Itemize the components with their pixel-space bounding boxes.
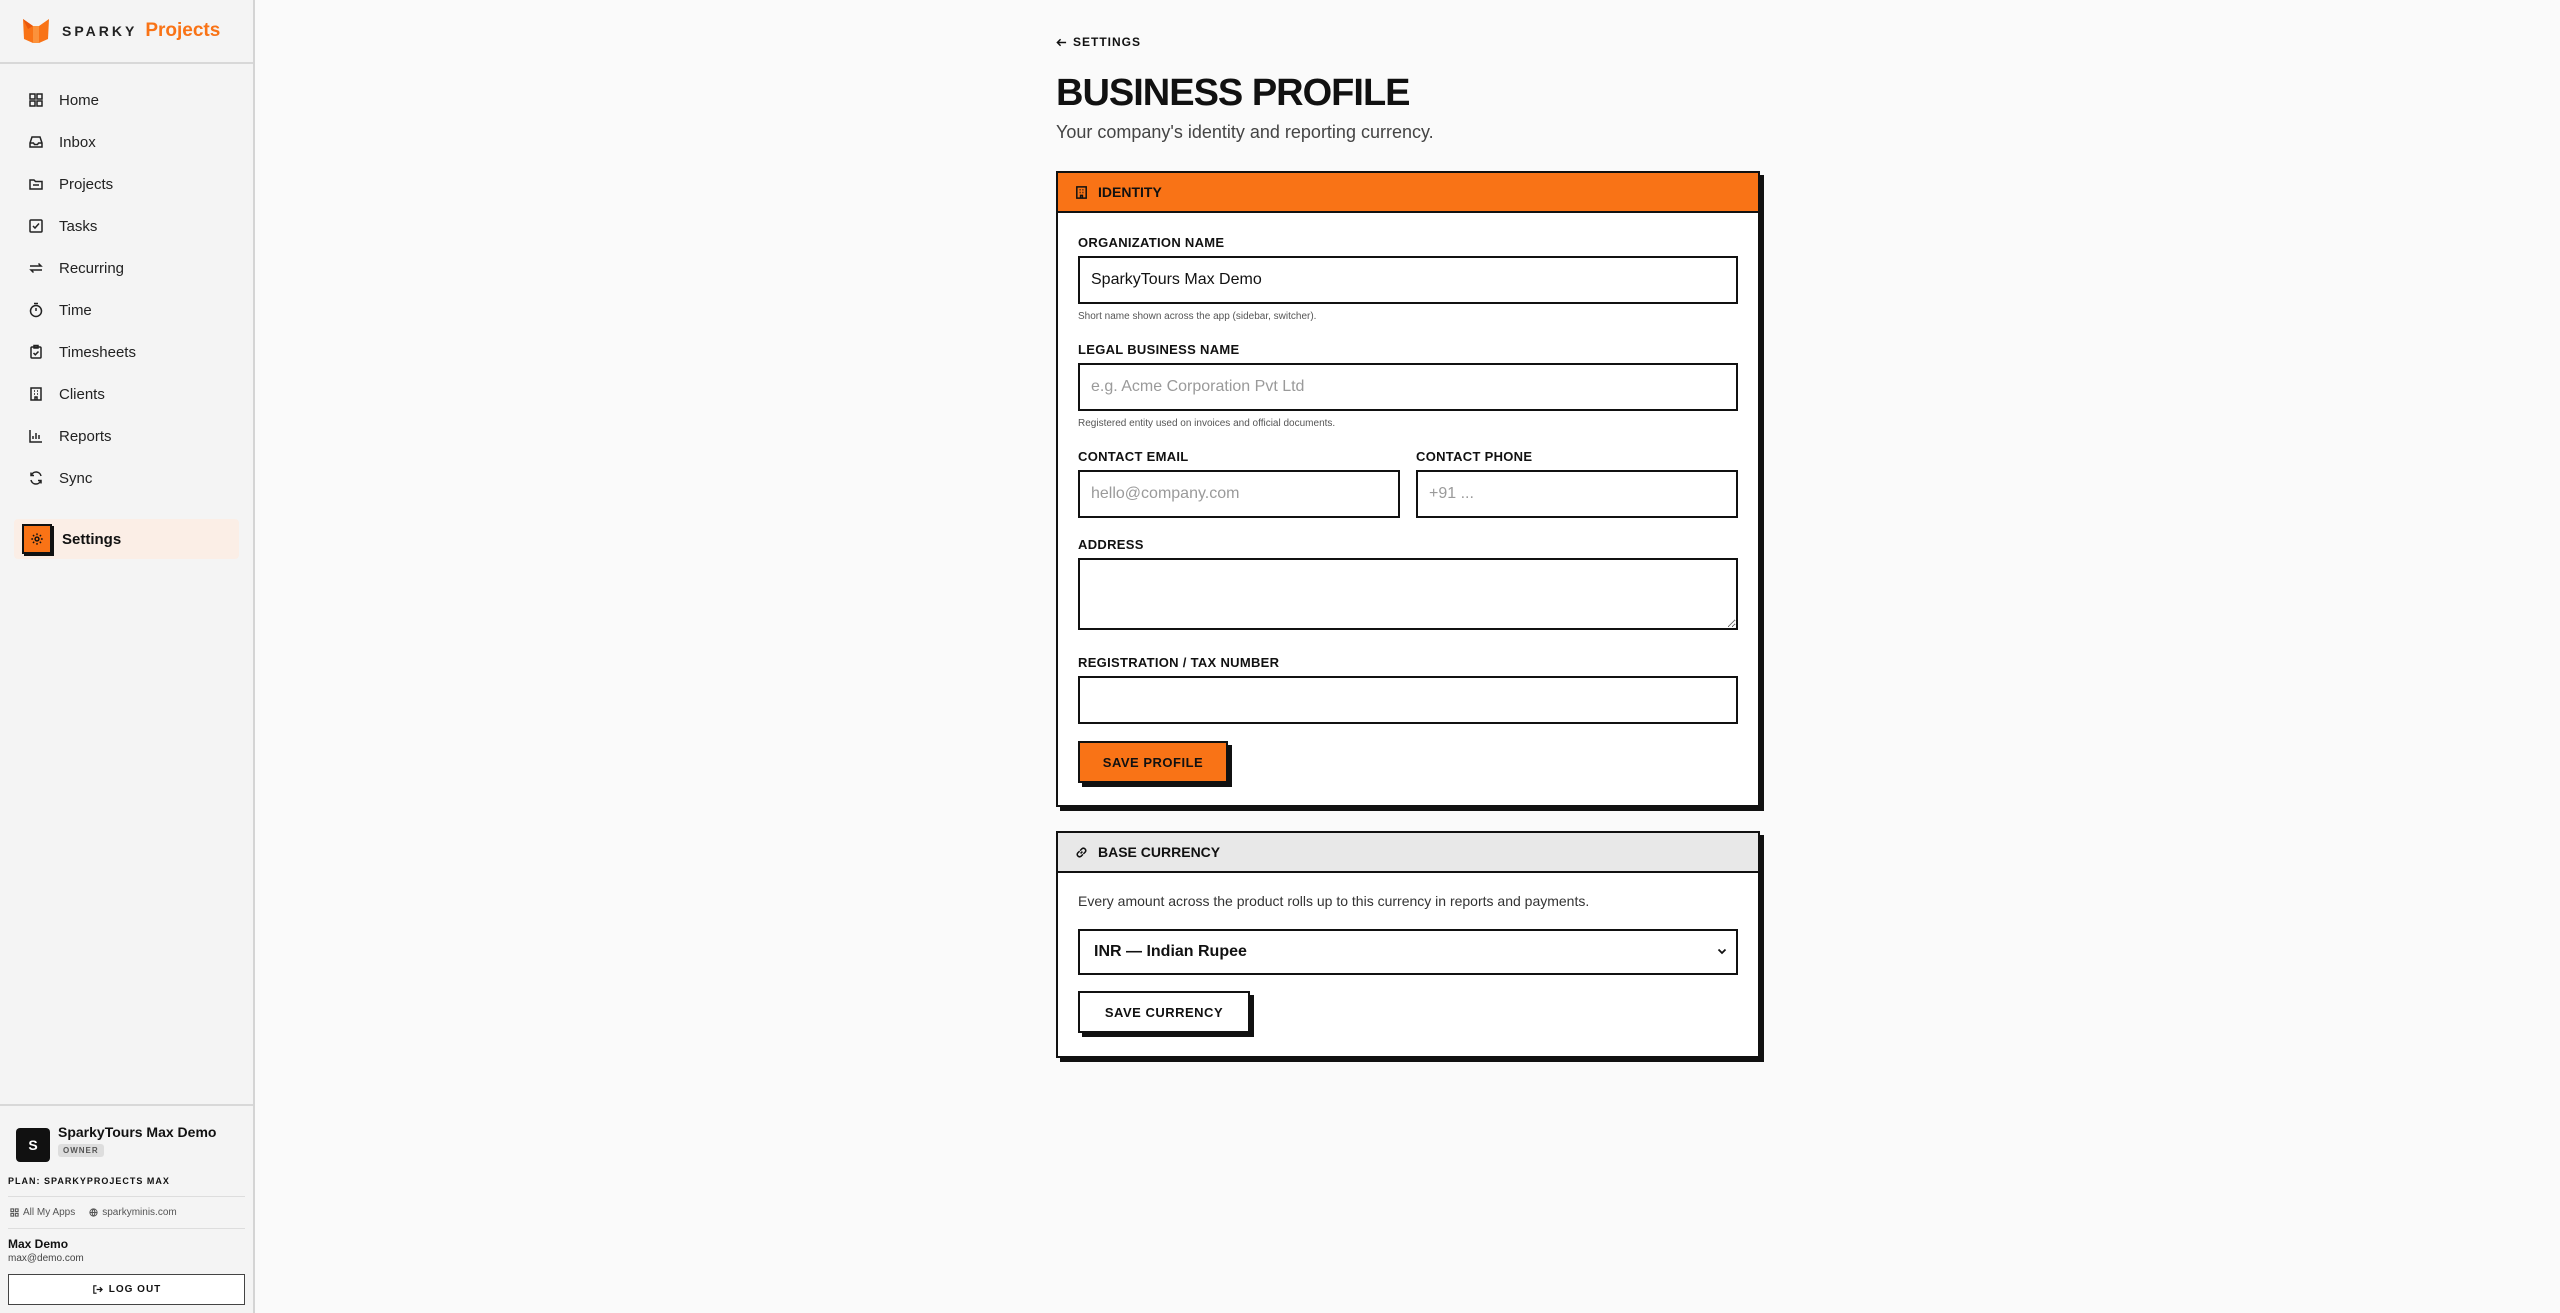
address-label: ADDRESS	[1078, 537, 1144, 552]
footer-links: All My Apps sparkyminis.com	[8, 1197, 245, 1229]
all-apps-label: All My Apps	[23, 1207, 76, 1218]
legal-name-label: LEGAL BUSINESS NAME	[1078, 342, 1240, 357]
user-name: Max Demo	[8, 1237, 69, 1251]
sidebar-footer: S SparkyTours Max Demo OWNER PLAN: SPARK…	[0, 1104, 253, 1313]
grid-icon	[10, 1208, 19, 1217]
org-name: SparkyTours Max Demo	[58, 1124, 217, 1140]
org-name-label: ORGANIZATION NAME	[1078, 235, 1225, 250]
sidebar-item-label: Settings	[62, 530, 122, 548]
role-badge: OWNER	[58, 1144, 104, 1157]
site-label: sparkyminis.com	[102, 1207, 177, 1218]
sidebar-item-sync[interactable]: Sync	[0, 457, 253, 499]
logout-label: LOG OUT	[108, 1284, 162, 1295]
currency-header: BASE CURRENCY	[1058, 833, 1758, 873]
building-icon	[28, 386, 44, 402]
address-textarea[interactable]	[1078, 558, 1738, 630]
brand-word: SPARKY	[62, 23, 138, 39]
org-avatar: S	[16, 1128, 50, 1162]
identity-title: IDENTITY	[1098, 184, 1162, 200]
site-link[interactable]: sparkyminis.com	[89, 1207, 177, 1218]
org-name-hint: Short name shown across the app (sidebar…	[1078, 311, 1317, 322]
link-icon	[1076, 847, 1087, 857]
sidebar-item-recurring[interactable]: Recurring	[0, 247, 253, 289]
save-profile-button[interactable]: SAVE PROFILE	[1078, 741, 1228, 783]
sidebar-item-inbox[interactable]: Inbox	[0, 121, 253, 163]
base-currency-card: BASE CURRENCY Every amount across the pr…	[1056, 831, 1760, 1058]
page-subtitle: Your company's identity and reporting cu…	[1056, 122, 1434, 142]
page-title: BUSINESS PROFILE	[1056, 72, 1410, 114]
back-label: SETTINGS	[1073, 35, 1142, 49]
sidebar-item-label: Recurring	[59, 259, 125, 277]
check-square-icon	[28, 218, 44, 234]
logout-button[interactable]: LOG OUT	[8, 1274, 245, 1305]
contact-phone-label: CONTACT PHONE	[1416, 449, 1533, 464]
sidebar-item-reports[interactable]: Reports	[0, 415, 253, 457]
contact-email-input[interactable]	[1078, 470, 1400, 518]
logout-icon	[92, 1285, 103, 1294]
brand-product: Projects	[145, 20, 221, 41]
folder-icon	[28, 176, 44, 192]
back-to-settings-link[interactable]: SETTINGS	[1056, 35, 1141, 49]
all-apps-link[interactable]: All My Apps	[10, 1207, 75, 1218]
sidebar-item-timesheets[interactable]: Timesheets	[0, 331, 253, 373]
home-icon	[28, 92, 44, 108]
timer-icon	[28, 302, 44, 318]
contact-phone-input[interactable]	[1416, 470, 1738, 518]
sidebar-item-label: Inbox	[59, 133, 96, 151]
currency-select[interactable]: INR — Indian Rupee	[1078, 929, 1738, 975]
sidebar-item-label: Home	[59, 91, 100, 109]
identity-card: IDENTITY ORGANIZATION NAME Short name sh…	[1056, 171, 1760, 807]
tax-number-input[interactable]	[1078, 676, 1738, 724]
chevron-down-icon	[1717, 948, 1727, 955]
sidebar-item-settings[interactable]: Settings	[14, 519, 239, 559]
sidebar-item-projects[interactable]: Projects	[0, 163, 253, 205]
org-switcher[interactable]: S SparkyTours Max Demo OWNER	[8, 1124, 245, 1162]
sidebar-item-tasks[interactable]: Tasks	[0, 205, 253, 247]
sidebar: SPARKY Projects Home Inbox Projects Task…	[0, 0, 255, 1313]
brand-logo-icon	[20, 15, 52, 47]
currency-selected-value: INR — Indian Rupee	[1094, 943, 1247, 960]
sidebar-item-label: Sync	[59, 469, 93, 487]
sidebar-nav: Home Inbox Projects Tasks Recurring Time…	[0, 64, 253, 559]
clipboard-icon	[28, 344, 44, 360]
sidebar-item-label: Clients	[59, 385, 105, 403]
identity-header: IDENTITY	[1058, 173, 1758, 213]
save-currency-button[interactable]: SAVE CURRENCY	[1078, 991, 1250, 1033]
legal-name-input[interactable]	[1078, 363, 1738, 411]
inbox-icon	[28, 134, 44, 150]
sidebar-item-label: Reports	[59, 427, 112, 445]
brand-header[interactable]: SPARKY Projects	[0, 0, 253, 64]
bar-chart-icon	[28, 428, 44, 444]
globe-icon	[89, 1208, 98, 1217]
legal-name-hint: Registered entity used on invoices and o…	[1078, 418, 1336, 429]
contact-email-label: CONTACT EMAIL	[1078, 449, 1189, 464]
gear-icon	[22, 524, 52, 554]
sidebar-item-clients[interactable]: Clients	[0, 373, 253, 415]
currency-title: BASE CURRENCY	[1098, 844, 1221, 860]
sidebar-item-label: Time	[59, 301, 92, 319]
building-icon	[1076, 185, 1087, 199]
user-email: max@demo.com	[8, 1253, 84, 1264]
tax-number-label: REGISTRATION / TAX NUMBER	[1078, 655, 1280, 670]
sidebar-item-time[interactable]: Time	[0, 289, 253, 331]
sidebar-item-label: Timesheets	[59, 343, 136, 361]
arrow-left-icon	[1056, 38, 1067, 46]
plan-label: PLAN: SPARKYPROJECTS MAX	[8, 1176, 245, 1197]
sidebar-item-home[interactable]: Home	[0, 79, 253, 121]
org-name-input[interactable]	[1078, 256, 1738, 304]
sidebar-item-label: Projects	[59, 175, 114, 193]
refresh-icon	[28, 470, 44, 486]
currency-description: Every amount across the product rolls up…	[1078, 893, 1590, 909]
repeat-icon	[28, 260, 44, 276]
sidebar-item-label: Tasks	[59, 217, 98, 235]
